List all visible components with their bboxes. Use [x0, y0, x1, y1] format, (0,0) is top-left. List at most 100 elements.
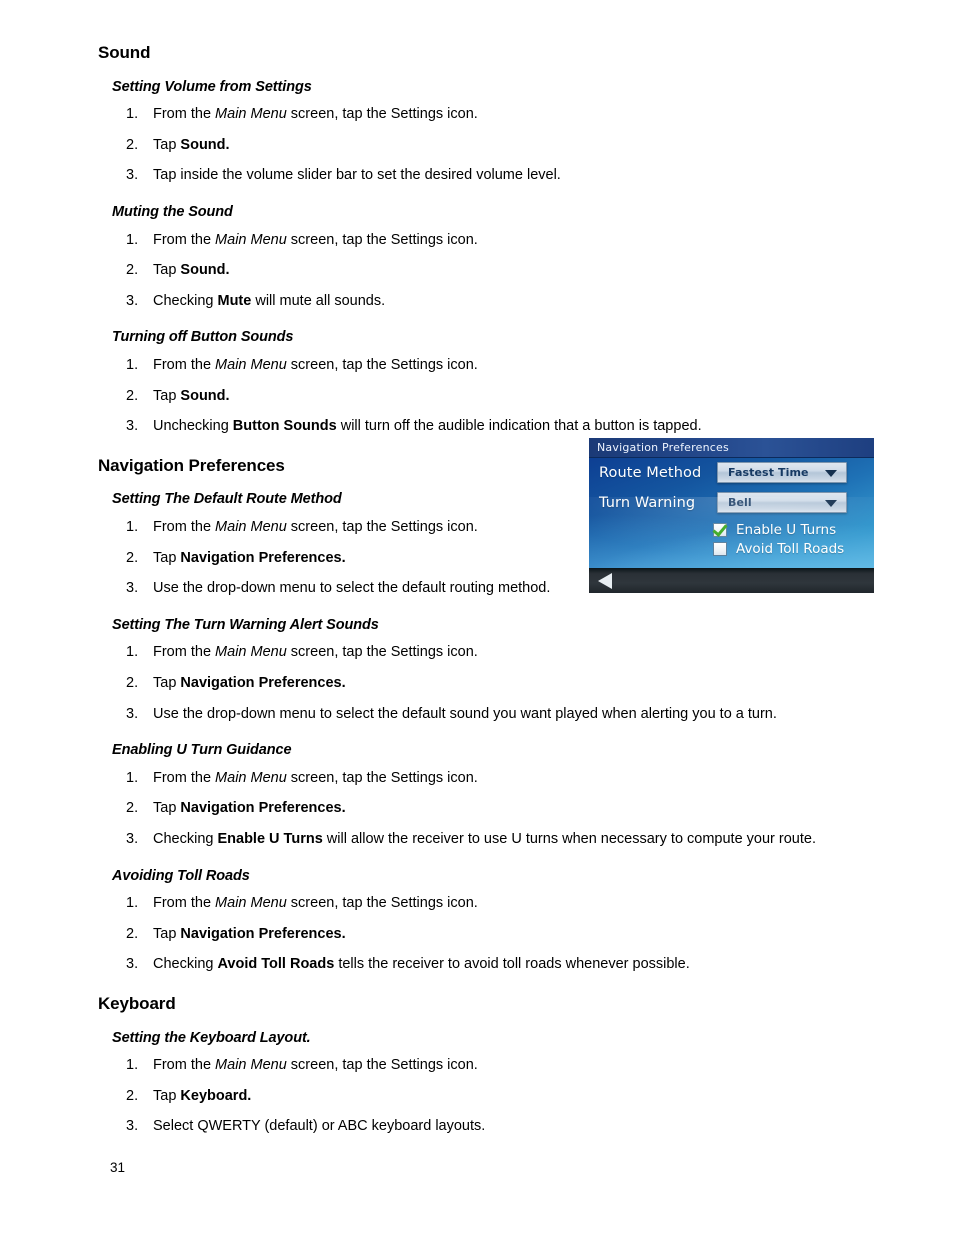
step-item: 2. Tap Sound.: [98, 387, 888, 407]
step-item: 2. Tap Keyboard.: [98, 1087, 888, 1107]
step-list: 1. From the Main Menu screen, tap the Set…: [98, 769, 888, 850]
step-item: 3. Checking Enable U Turns will allow the…: [98, 830, 888, 850]
subsection: Setting Volume from Settings 1. From the M…: [98, 79, 888, 186]
subsection: Setting the Keyboard Layout. 1. From the M…: [98, 1030, 888, 1137]
step-text: Checking Enable U Turns will allow the r…: [153, 830, 816, 847]
step-item: 2. Tap Navigation Preferences.: [98, 549, 573, 569]
step-list: 1. From the Main Menu screen, tap the Set…: [98, 356, 888, 437]
subsection-heading: Turning off Button Sounds: [112, 329, 294, 346]
step-number: 2.: [126, 675, 139, 692]
step-number: 3.: [126, 956, 139, 973]
step-number: 1.: [126, 357, 139, 374]
avoid-toll-roads-label: Avoid Toll Roads: [736, 541, 845, 557]
step-number: 3.: [126, 830, 139, 847]
step-number: 2.: [126, 262, 139, 279]
route-method-value: Fastest Time: [728, 466, 809, 479]
step-item: 2. Tap Navigation Preferences.: [98, 925, 888, 945]
step-number: 1.: [126, 895, 139, 912]
step-text: Tap inside the volume slider bar to set …: [153, 167, 561, 184]
step-number: 2.: [126, 1087, 139, 1104]
section-heading: Keyboard: [98, 993, 176, 1013]
step-text: From the Main Menu screen, tap the Setti…: [153, 231, 478, 248]
subsection: Turning off Button Sounds 1. From the Main…: [98, 329, 888, 436]
step-text: From the Main Menu screen, tap the Setti…: [153, 895, 478, 912]
step-item: 1. From the Main Menu screen, tap the Set…: [98, 231, 888, 251]
step-item: 2. Tap Sound.: [98, 136, 888, 156]
step-text: Use the drop-down menu to select the def…: [153, 580, 551, 597]
step-item: 1. From the Main Menu screen, tap the Set…: [98, 769, 888, 789]
step-number: 1.: [126, 769, 139, 786]
step-text: Checking Avoid Toll Roads tells the rece…: [153, 956, 690, 973]
step-number: 2.: [126, 800, 139, 817]
step-number: 1.: [126, 1057, 139, 1074]
back-arrow-icon[interactable]: [598, 573, 612, 589]
enable-u-turns-row[interactable]: Enable U Turns: [713, 522, 836, 538]
route-method-dropdown[interactable]: Fastest Time: [717, 462, 847, 483]
subsection: Enabling U Turn Guidance 1. From the Main …: [98, 742, 888, 849]
step-item: 3. Tap inside the volume slider bar to se…: [98, 166, 888, 186]
step-number: 3.: [126, 580, 139, 597]
step-text: Tap Navigation Preferences.: [153, 800, 346, 817]
step-text: Select QWERTY (default) or ABC keyboard …: [153, 1118, 486, 1135]
step-item: 3. Use the drop-down menu to select the d…: [98, 705, 888, 725]
device-title-text: Navigation Preferences: [597, 441, 729, 454]
step-number: 2.: [126, 925, 139, 942]
step-text: Use the drop-down menu to select the def…: [153, 705, 777, 722]
step-item: 2. Tap Navigation Preferences.: [98, 799, 888, 819]
step-number: 2.: [126, 387, 139, 404]
step-item: 3. Use the drop-down menu to select the d…: [98, 579, 573, 599]
turn-warning-dropdown[interactable]: Bell: [717, 492, 847, 513]
step-text: From the Main Menu screen, tap the Setti…: [153, 519, 478, 536]
checkbox-unchecked-icon[interactable]: [713, 542, 727, 556]
page-number: 31: [110, 1160, 126, 1175]
subsection: Setting The Turn Warning Alert Sounds 1. F…: [98, 617, 888, 724]
step-text: From the Main Menu screen, tap the Setti…: [153, 644, 478, 661]
step-item: 2. Tap Navigation Preferences.: [98, 674, 888, 694]
enable-u-turns-label: Enable U Turns: [736, 522, 837, 538]
step-text: From the Main Menu screen, tap the Setti…: [153, 769, 478, 786]
step-text: Tap Navigation Preferences.: [153, 549, 346, 566]
step-item: 3. Checking Avoid Toll Roads tells the re…: [98, 955, 888, 975]
step-list: 1. From the Main Menu screen, tap the Set…: [98, 105, 888, 186]
avoid-toll-roads-row[interactable]: Avoid Toll Roads: [713, 541, 844, 557]
step-number: 3.: [126, 292, 139, 309]
step-list: 1. From the Main Menu screen, tap the Set…: [98, 643, 888, 724]
step-number: 1.: [126, 644, 139, 661]
step-number: 2.: [126, 549, 139, 566]
step-item: 2. Tap Sound.: [98, 261, 888, 281]
step-number: 1.: [126, 519, 139, 536]
step-number: 3.: [126, 418, 139, 435]
step-list: 1. From the Main Menu screen, tap the Set…: [98, 1056, 888, 1137]
subsection: Muting the Sound 1. From the Main Menu scr…: [98, 204, 888, 311]
route-method-label: Route Method: [599, 465, 702, 481]
step-text: From the Main Menu screen, tap the Setti…: [153, 106, 478, 123]
step-item: 1. From the Main Menu screen, tap the Set…: [98, 643, 888, 663]
step-item: 1. From the Main Menu screen, tap the Set…: [98, 1056, 888, 1076]
subsection-heading: Muting the Sound: [112, 204, 233, 221]
step-text: Tap Navigation Preferences.: [153, 675, 346, 692]
turn-warning-label: Turn Warning: [599, 495, 696, 511]
checkbox-checked-icon[interactable]: [713, 523, 727, 537]
step-item: 3. Unchecking Button Sounds will turn off…: [98, 417, 888, 437]
step-text: Tap Navigation Preferences.: [153, 925, 346, 942]
step-item: 3. Select QWERTY (default) or ABC keyboar…: [98, 1117, 888, 1137]
step-text: Tap Keyboard.: [153, 1087, 252, 1104]
step-number: 3.: [126, 705, 139, 722]
step-number: 3.: [126, 1118, 139, 1135]
subsection-heading: Setting Volume from Settings: [112, 78, 312, 95]
step-number: 2.: [126, 136, 139, 153]
chevron-down-icon: [825, 500, 837, 507]
device-screenshot-navigation-preferences: Navigation Preferences Route Method Fast…: [589, 438, 874, 593]
step-text: Tap Sound.: [153, 387, 230, 404]
chevron-down-icon: [825, 470, 837, 477]
device-bottom-bar: [589, 568, 874, 593]
subsection-heading: Setting the Keyboard Layout.: [112, 1029, 311, 1046]
step-list: 1. From the Main Menu screen, tap the Set…: [98, 231, 888, 312]
step-item: 1. From the Main Menu screen, tap the Set…: [98, 894, 888, 914]
step-text: Unchecking Button Sounds will turn off t…: [153, 418, 702, 435]
subsection-heading: Setting The Turn Warning Alert Sounds: [112, 616, 379, 633]
step-list: 1. From the Main Menu screen, tap the Set…: [98, 894, 888, 975]
step-text: Tap Sound.: [153, 262, 230, 279]
subsection: Avoiding Toll Roads 1. From the Main Menu …: [98, 868, 888, 975]
step-item: 3. Checking Mute will mute all sounds.: [98, 292, 888, 312]
